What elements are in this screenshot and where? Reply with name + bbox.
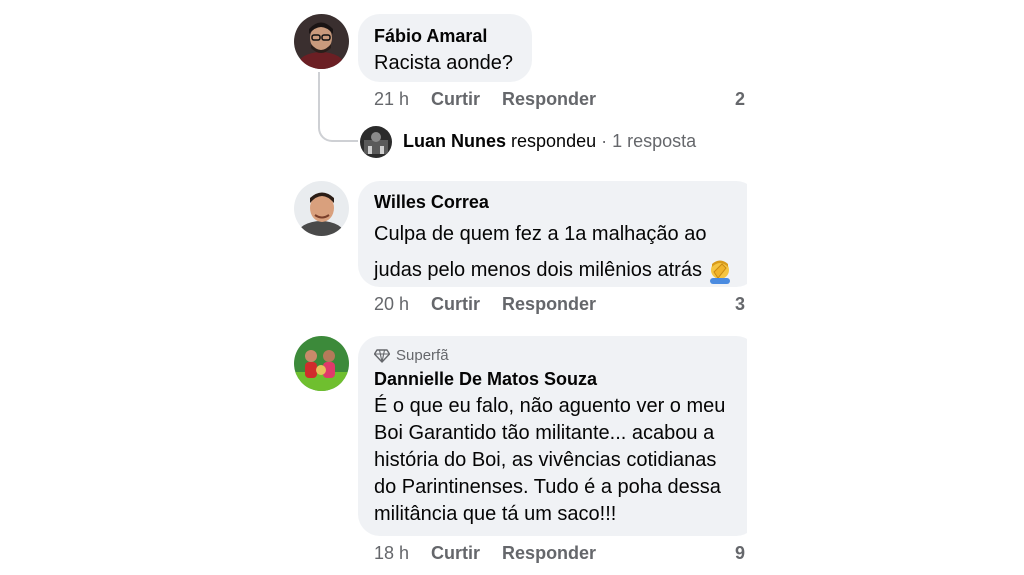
comment-author[interactable]: Willes Correa [374,191,742,213]
reply-author: Luan Nunes [403,131,507,151]
comment-text: judas pelo menos dois milênios atrás [374,259,702,281]
avatar-photo-icon [294,14,349,69]
reply-count: · 1 resposta [601,131,697,151]
reply-verb: respondeu [511,131,597,151]
avatar-photo-icon [294,181,349,236]
avatar-dannielle-souza[interactable] [294,336,349,391]
reaction-count[interactable]: 3 [735,294,745,315]
reply-button[interactable]: Responder [502,294,596,314]
comment-text-line: Culpa de quem fez a 1a malhação ao [374,223,707,245]
avatar-luan-nunes[interactable] [360,126,392,158]
comment-meta: 20 h Curtir Responder [374,294,596,315]
thread-connector [318,72,358,142]
comment-text-line: história do Boi, as vivências cotidianas [374,449,717,471]
like-button[interactable]: Curtir [431,294,480,314]
comment-time[interactable]: 20 h [374,294,409,314]
comment-bubble: Fábio Amaral Racista aonde? [358,14,532,82]
comment-text-line: judas pelo menos dois milênios atrás [374,257,742,284]
view-replies-link[interactable]: Luan Nunes respondeu · 1 resposta [403,131,696,152]
comment-bubble: Superfã Dannielle De Matos Souza É o que… [358,336,747,536]
comment-text-line: do Parintinenses. Tudo é a poha dessa [374,476,721,498]
reply-button[interactable]: Responder [502,543,596,563]
superfan-badge[interactable]: Superfã [374,347,742,364]
comment-time[interactable]: 21 h [374,89,409,109]
comment-text-line: Boi Garantido tão militante... acabou a [374,422,715,444]
reply-button[interactable]: Responder [502,89,596,109]
avatar-willes-correa[interactable] [294,181,349,236]
comment-meta: 21 h Curtir Responder [374,89,596,110]
like-button[interactable]: Curtir [431,543,480,563]
badge-label: Superfã [396,347,449,364]
comment-meta: 18 h Curtir Responder [374,543,596,564]
comment-text-line: É o que eu falo, não aguento ver o meu [374,395,726,417]
comment-time[interactable]: 18 h [374,543,409,563]
facepalm-emoji-icon [709,260,730,284]
diamond-icon [374,348,390,363]
comment-author[interactable]: Dannielle De Matos Souza [374,368,742,390]
reaction-count[interactable]: 2 [735,89,745,110]
avatar-photo-icon [360,126,392,158]
comment-text: Racista aonde? [374,52,513,74]
comment-bubble: Willes Correa Culpa de quem fez a 1a mal… [358,181,747,287]
reaction-count[interactable]: 9 [735,543,745,564]
comment-text-line: militância que tá um saco!!! [374,503,617,525]
comment-author[interactable]: Fábio Amaral [374,25,516,47]
avatar-photo-icon [294,336,349,391]
like-button[interactable]: Curtir [431,89,480,109]
comments-panel: Fábio Amaral Racista aonde? 21 h Curtir Re… [0,0,747,575]
avatar-fabio-amaral[interactable] [294,14,349,69]
comment-text: É o que eu falo, não aguento ver o meu B… [374,393,742,528]
